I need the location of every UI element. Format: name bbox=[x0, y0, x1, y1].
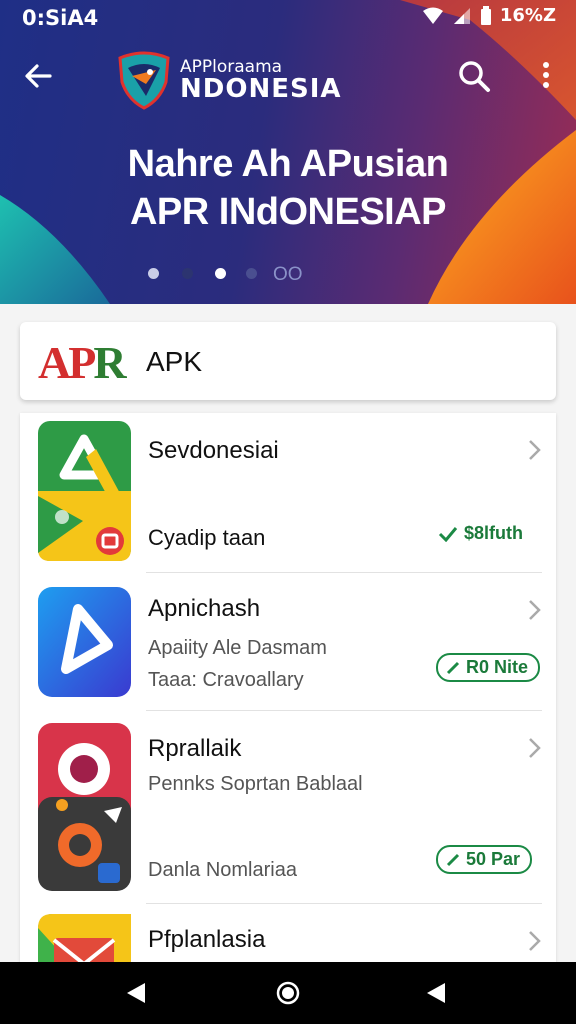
app-title: Sevdonesiai bbox=[148, 437, 279, 464]
app-title: Pfplanlasia bbox=[148, 926, 266, 953]
battery-percent: 16%Z bbox=[499, 5, 556, 26]
nav-home-icon[interactable] bbox=[276, 981, 300, 1005]
app-subtitle: Apaiity Ale Dasmam bbox=[148, 637, 327, 659]
hero-headline-line1: Nahre Ah APusian bbox=[127, 143, 449, 185]
app-subtitle-2: Taaa: Cravoallary bbox=[148, 669, 304, 691]
app-icon-camera bbox=[38, 723, 131, 891]
app-subtitle-2: Danla Nomlariaa bbox=[148, 859, 297, 881]
section-title: APK bbox=[146, 346, 203, 377]
back-arrow-icon[interactable] bbox=[20, 58, 56, 94]
navigation-bar bbox=[0, 962, 576, 1024]
nav-back-icon[interactable] bbox=[126, 982, 146, 1004]
chevron-right-icon[interactable] bbox=[524, 928, 544, 954]
app-price: R0 Nite bbox=[436, 653, 541, 682]
app-subtitle: Cyadip taan bbox=[148, 525, 266, 550]
app-title: Rprallaik bbox=[148, 735, 242, 762]
app-bar: APPloraama NDONESIA bbox=[0, 46, 576, 110]
app-price: $8lfuth bbox=[438, 523, 523, 544]
search-icon[interactable] bbox=[456, 58, 492, 94]
battery-icon bbox=[480, 5, 491, 25]
hero-banner: 0:SiA4 16%Z APPloraama NDONESIA Nahre Ah… bbox=[0, 0, 576, 304]
list-item[interactable]: Rprallaik Pennks Soprtan Bablaal Danla N… bbox=[20, 711, 556, 904]
check-icon bbox=[446, 853, 460, 866]
check-icon bbox=[438, 526, 458, 542]
app-price-text: 50 Par bbox=[466, 849, 521, 869]
app-icon-arrow bbox=[38, 587, 131, 697]
chevron-right-icon[interactable] bbox=[524, 735, 544, 761]
chevron-right-icon[interactable] bbox=[524, 437, 544, 463]
brand-logo-icon bbox=[118, 51, 170, 110]
app-list: Sevdonesiai Cyadip taan $8lfuth Apnichas… bbox=[20, 413, 556, 973]
nav-recent-icon[interactable] bbox=[426, 982, 446, 1004]
brand-text: APPloraama NDONESIA bbox=[180, 56, 342, 104]
status-bar: 0:SiA4 16%Z bbox=[0, 0, 576, 34]
carousel-dot[interactable] bbox=[246, 268, 257, 279]
carousel-dot[interactable] bbox=[182, 268, 193, 279]
carousel-dot[interactable] bbox=[148, 268, 159, 279]
section-header: APR APK bbox=[20, 322, 556, 400]
status-time: 0:SiA4 bbox=[22, 6, 99, 30]
app-price-text: $8lfuth bbox=[464, 523, 524, 543]
carousel-extra-dots: OO bbox=[273, 264, 303, 285]
signal-icon bbox=[453, 7, 470, 24]
apr-logo: APR bbox=[38, 336, 127, 389]
status-icons: 16%Z bbox=[422, 5, 556, 26]
app-price-text: R0 Nite bbox=[466, 657, 529, 677]
brand-big-text: NDONESIA bbox=[180, 73, 342, 104]
hero-headline-line2: APR INdONESIAP bbox=[129, 191, 447, 233]
hero-headline: Nahre Ah APusian APR INdONESIAP bbox=[0, 140, 576, 236]
app-price: 50 Par bbox=[436, 845, 533, 874]
apr-logo-red-text: AP bbox=[38, 337, 96, 388]
list-item[interactable]: Sevdonesiai Cyadip taan $8lfuth bbox=[20, 413, 556, 573]
app-subtitle: Pennks Soprtan Bablaal bbox=[148, 773, 363, 795]
apr-logo-green-text: R bbox=[93, 337, 126, 388]
chevron-right-icon[interactable] bbox=[524, 597, 544, 623]
wifi-icon bbox=[422, 7, 443, 24]
brand: APPloraama NDONESIA bbox=[116, 50, 342, 110]
carousel-dot-active[interactable] bbox=[215, 268, 226, 279]
brand-small-text: APPloraama bbox=[180, 56, 283, 77]
list-item[interactable]: Apnichash Apaiity Ale Dasmam Taaa: Cravo… bbox=[20, 573, 556, 711]
check-icon bbox=[446, 661, 460, 674]
carousel-indicator: OO bbox=[0, 264, 576, 285]
app-icon-drive bbox=[38, 421, 131, 561]
more-options-icon[interactable] bbox=[534, 58, 558, 94]
app-title: Apnichash bbox=[148, 595, 261, 622]
